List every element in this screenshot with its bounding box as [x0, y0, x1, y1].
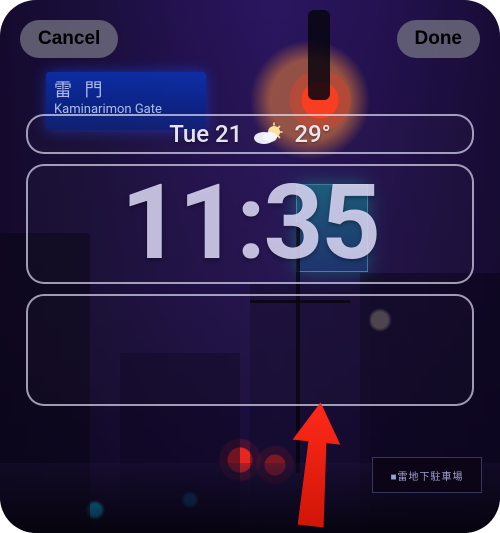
cancel-button[interactable]: Cancel [20, 20, 118, 58]
clock-time: 11:35 [121, 172, 379, 276]
done-button[interactable]: Done [397, 20, 481, 58]
bottom-widget-slot[interactable] [26, 294, 474, 406]
date-label: Tue 21 [169, 120, 242, 148]
lockscreen-customize: 雷 門 Kaminarimon Gate ■雷地下駐車場 Cancel Done… [0, 0, 500, 533]
partly-cloudy-icon [252, 122, 284, 146]
top-bar: Cancel Done [0, 20, 500, 58]
widget-stack: Tue 21 29° 11:35 [26, 114, 474, 416]
temperature-label: 29° [294, 120, 330, 148]
date-widget-slot[interactable]: Tue 21 29° [26, 114, 474, 154]
street-sign-jp: 雷 門 [46, 72, 206, 102]
time-widget-slot[interactable]: 11:35 [26, 164, 474, 284]
parking-sign: ■雷地下駐車場 [372, 457, 482, 493]
